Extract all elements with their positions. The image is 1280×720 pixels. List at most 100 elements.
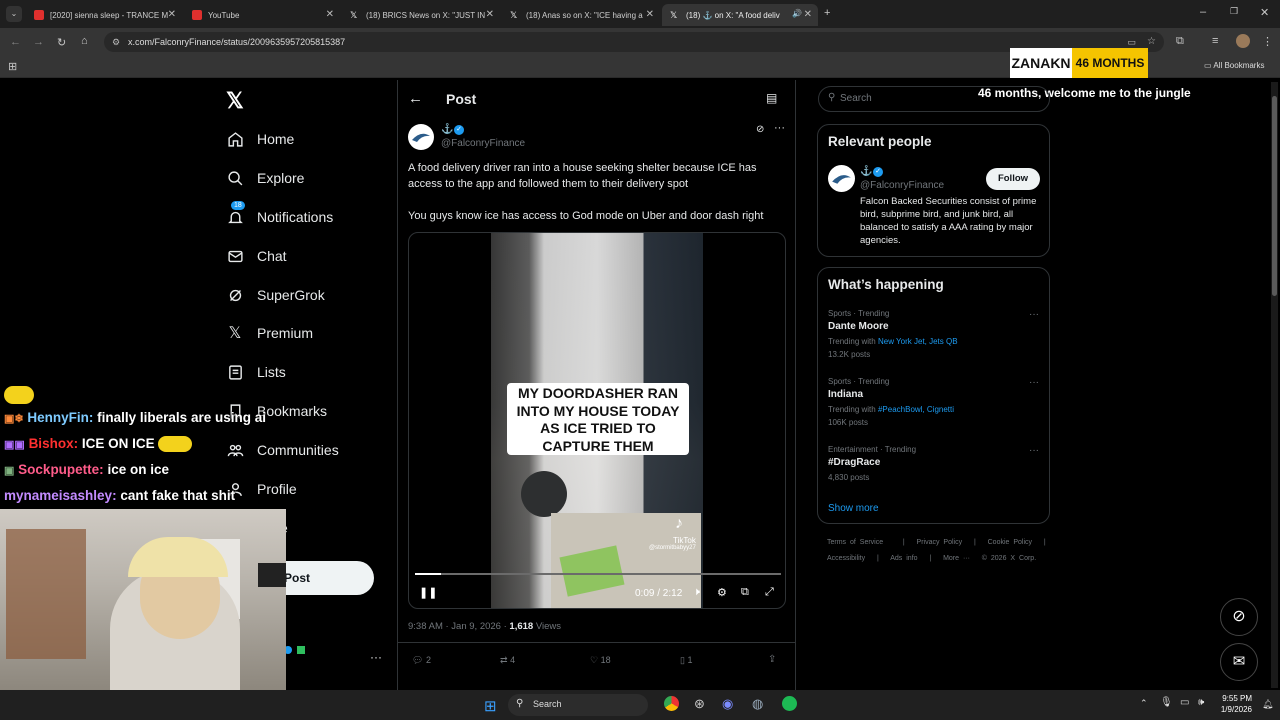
terms-link[interactable]: Terms of Service bbox=[827, 539, 883, 546]
ads-info-link[interactable]: Ads info bbox=[890, 555, 917, 562]
minimize-icon[interactable]: – bbox=[1200, 6, 1206, 18]
close-tab-icon[interactable]: ✕ bbox=[804, 9, 812, 20]
author-handle[interactable]: @FalconryFinance bbox=[441, 138, 525, 149]
reader-icon[interactable]: ▤ bbox=[766, 91, 777, 105]
more-link[interactable]: More ··· bbox=[943, 555, 970, 562]
bookmark-button[interactable]: ▯ 1 bbox=[680, 655, 692, 666]
post-more-icon[interactable]: ··· bbox=[774, 122, 785, 134]
grok-float-button[interactable]: ⊘ bbox=[1220, 598, 1258, 636]
cookie-link[interactable]: Cookie Policy bbox=[988, 539, 1032, 546]
trend-item[interactable]: Sports · Trending ··· Indiana Trending w… bbox=[818, 374, 1049, 434]
window-close-icon[interactable]: ✕ bbox=[1260, 6, 1269, 19]
person-handle[interactable]: @FalconryFinance bbox=[860, 180, 944, 191]
taskbar-date[interactable]: 1/9/2026 bbox=[1216, 705, 1252, 714]
show-more-link[interactable]: Show more bbox=[828, 503, 879, 514]
nav-home[interactable]: Home bbox=[226, 127, 294, 151]
all-bookmarks-button[interactable]: ▭ All Bookmarks bbox=[1204, 61, 1264, 70]
browser-tab-active[interactable]: 𝕏 (18) ⚓ on X: "A food deliv 🔊 ✕ bbox=[662, 4, 818, 26]
trend-more-icon[interactable]: ··· bbox=[1029, 377, 1039, 388]
trend-more-icon[interactable]: ··· bbox=[1029, 445, 1039, 456]
reply-icon: 💬︎ bbox=[412, 655, 424, 665]
nav-communities[interactable]: Communities bbox=[226, 438, 339, 462]
profile-avatar[interactable] bbox=[1236, 34, 1250, 48]
x-logo-icon[interactable]: 𝕏 bbox=[226, 88, 244, 114]
taskbar-search[interactable]: ⚲ Search bbox=[508, 694, 648, 716]
share-icon[interactable]: ⇪ bbox=[768, 654, 776, 665]
nav-lists[interactable]: Lists bbox=[226, 360, 286, 384]
browser-tab[interactable]: 𝕏 (18) BRICS News on X: "JUST IN ✕ bbox=[342, 4, 500, 26]
apps-grid-icon[interactable]: ⊞ bbox=[8, 60, 17, 73]
trend-item[interactable]: Sports · Trending ··· Dante Moore Trendi… bbox=[818, 306, 1049, 366]
search-input[interactable]: ⚲ Search bbox=[818, 86, 1050, 112]
network-icon[interactable]: ▭ bbox=[1180, 697, 1189, 708]
spotify-icon[interactable] bbox=[782, 696, 797, 711]
tab-search-icon[interactable]: ⌄ bbox=[6, 6, 22, 22]
nav-notifications[interactable]: 18 Notifications bbox=[226, 201, 333, 229]
page-scrollbar[interactable] bbox=[1271, 82, 1278, 688]
discord-icon[interactable]: ◉ bbox=[722, 696, 733, 712]
star-icon[interactable]: ☆ bbox=[1147, 32, 1156, 52]
new-tab-icon[interactable]: + bbox=[824, 7, 830, 19]
video-progress-track[interactable] bbox=[415, 573, 781, 575]
account-more-icon[interactable]: ··· bbox=[370, 650, 382, 664]
mic-icon[interactable]: 🎙︎ bbox=[1160, 697, 1173, 708]
nav-chat[interactable]: Chat bbox=[226, 244, 287, 268]
fullscreen-icon[interactable]: ⤢ bbox=[765, 586, 774, 599]
url-bar[interactable]: ⚙ x.com/FalconryFinance/status/200963595… bbox=[104, 32, 1164, 52]
reply-button[interactable]: 💬︎ 2 bbox=[412, 655, 431, 666]
nav-supergrok[interactable]: SuperGrok bbox=[226, 283, 325, 307]
close-tab-icon[interactable]: ✕ bbox=[486, 9, 494, 20]
person-avatar[interactable] bbox=[828, 165, 855, 192]
settings-icon[interactable]: ⚙ bbox=[717, 586, 727, 599]
grok-icon[interactable]: ⊘ bbox=[756, 124, 764, 135]
back-icon[interactable]: ← bbox=[10, 36, 21, 48]
author-avatar[interactable] bbox=[408, 124, 434, 150]
browser-tab[interactable]: [2020] sienna sleep - TRANCE M ✕ bbox=[26, 4, 182, 26]
close-tab-icon[interactable]: ✕ bbox=[326, 9, 334, 20]
volume-icon[interactable]: 🕪 bbox=[1198, 697, 1204, 708]
like-button[interactable]: ♡ 18 bbox=[590, 655, 611, 666]
notifications-icon[interactable]: 🔔︎ bbox=[1262, 699, 1273, 710]
trend-more-icon[interactable]: ··· bbox=[1029, 309, 1039, 320]
home-icon[interactable]: ⌂ bbox=[81, 35, 88, 47]
nav-premium[interactable]: 𝕏 Premium bbox=[226, 321, 313, 345]
trend-item[interactable]: Entertainment · Trending ··· #DragRace 4… bbox=[818, 442, 1049, 488]
site-info-icon[interactable]: ⚙ bbox=[112, 32, 120, 52]
tray-overflow-icon[interactable]: ⌃ bbox=[1140, 698, 1148, 709]
maximize-icon[interactable]: ❐ bbox=[1230, 6, 1238, 17]
forward-icon[interactable]: → bbox=[33, 36, 44, 48]
menu-icon[interactable]: ⋮ bbox=[1262, 35, 1273, 48]
scrollbar-thumb[interactable] bbox=[1272, 96, 1277, 296]
video-player[interactable]: MY DOORDASHER RAN INTO MY HOUSE TODAY AS… bbox=[408, 232, 786, 609]
webcam-feed bbox=[0, 509, 286, 690]
taskbar-time[interactable]: 9:55 PM bbox=[1220, 694, 1252, 703]
media-icon[interactable]: ≡ bbox=[1212, 35, 1218, 47]
browser-tab[interactable]: YouTube ✕ bbox=[184, 4, 340, 26]
steam-icon[interactable]: ◍ bbox=[752, 696, 763, 712]
pip-icon[interactable]: ⧉ bbox=[741, 586, 749, 599]
pause-icon[interactable]: ❚❚ bbox=[419, 586, 437, 599]
browser-tab[interactable]: 𝕏 (18) Anas so on X: "ICE having a ✕ bbox=[502, 4, 660, 26]
windows-start-icon[interactable]: ⊞ bbox=[484, 697, 497, 715]
reload-icon[interactable]: ↻ bbox=[57, 36, 66, 49]
close-tab-icon[interactable]: ✕ bbox=[168, 9, 176, 20]
trend-links[interactable]: New York Jet, Jets QB bbox=[878, 337, 958, 346]
privacy-link[interactable]: Privacy Policy bbox=[917, 539, 963, 546]
close-tab-icon[interactable]: ✕ bbox=[646, 9, 654, 20]
back-arrow-icon[interactable]: ← bbox=[408, 90, 423, 107]
accessibility-link[interactable]: Accessibility bbox=[827, 555, 865, 562]
volume-icon[interactable]: 🕨 bbox=[693, 586, 700, 599]
follow-button[interactable]: Follow bbox=[986, 168, 1040, 190]
repost-button[interactable]: ⇄ 4 bbox=[500, 655, 515, 666]
speaker-icon[interactable]: 🔊 bbox=[792, 9, 802, 18]
post-column: ← Post ▤ ⚓ ✓ @FalconryFinance ⊘ ··· A fo… bbox=[397, 80, 796, 690]
nav-profile[interactable]: Profile bbox=[226, 477, 297, 501]
nav-explore[interactable]: Explore bbox=[226, 166, 304, 190]
trend-links[interactable]: #PeachBowl, Cignetti bbox=[878, 405, 954, 414]
extensions-icon[interactable]: ⧉ bbox=[1176, 35, 1184, 48]
nav-label: Premium bbox=[257, 325, 314, 341]
messages-float-button[interactable]: ✉ bbox=[1220, 643, 1258, 681]
chrome-icon[interactable] bbox=[664, 696, 679, 711]
app-icon[interactable]: ⊛ bbox=[694, 696, 705, 712]
taskbar-search-label: Search bbox=[533, 699, 562, 709]
